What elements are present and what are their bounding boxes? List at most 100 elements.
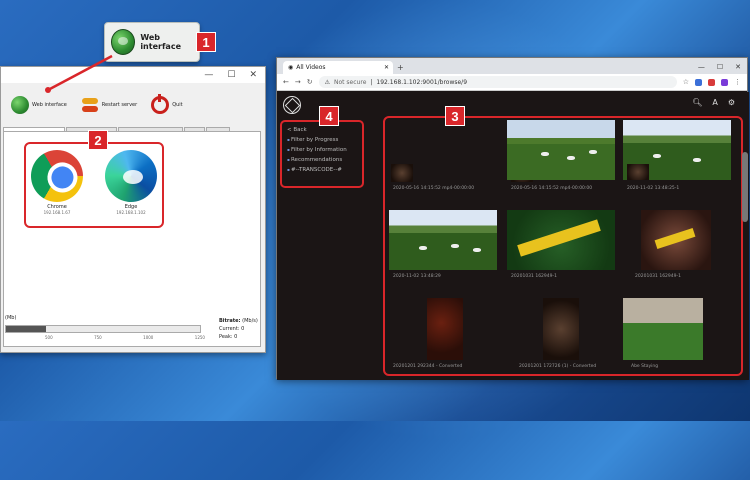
window-titlebar: — ☐ ✕ xyxy=(1,67,265,83)
maximize-icon[interactable]: ☐ xyxy=(227,70,235,80)
text-size-icon[interactable]: A xyxy=(712,98,717,107)
video-thumbnail[interactable] xyxy=(389,210,497,270)
quit-button[interactable]: Quit xyxy=(151,94,183,114)
page-toolbar: 🔍︎ A ⚙ xyxy=(692,98,735,107)
browser-tab[interactable]: ◉ All Videos ✕ xyxy=(283,61,393,74)
bitrate-stats: Bitrate: (Mb/s) Current: 0 Peak: 0 xyxy=(219,317,258,341)
video-grid: 2020-05-16 14:15:52 mp4-00:00:00 2020-05… xyxy=(383,116,743,376)
extension-icon[interactable] xyxy=(708,78,715,86)
device-edge[interactable]: Edge 192.168.1.102 xyxy=(102,150,160,215)
callout-label: Web interface xyxy=(140,33,181,51)
search-icon[interactable]: 🔍︎ xyxy=(692,98,702,107)
bitrate-fill xyxy=(6,326,46,332)
url-separator: | xyxy=(370,78,373,86)
browser-window-controls: — ☐ ✕ xyxy=(698,63,741,71)
devices-panel: Chrome 192.168.1.67 Edge 192.168.1.102 2 xyxy=(3,130,261,347)
media-browser-page: 🔍︎ A ⚙ < Back Filter by Progress Filter … xyxy=(277,92,749,380)
profile-icon[interactable] xyxy=(721,78,728,86)
close-icon[interactable]: ✕ xyxy=(249,70,257,80)
maximize-icon[interactable]: ☐ xyxy=(717,63,723,71)
bitrate-bar xyxy=(5,325,201,333)
chrome-icon xyxy=(21,140,93,212)
quit-label: Quit xyxy=(172,102,183,108)
menu-icon[interactable]: ⋮ xyxy=(734,78,741,86)
tick-label: 500 xyxy=(45,335,53,340)
power-icon xyxy=(151,94,170,114)
current-label: Current: xyxy=(219,326,240,332)
not-secure-label: Not secure xyxy=(334,78,367,86)
browser-window: ◉ All Videos ✕ + — ☐ ✕ ← → ↻ ⚠ Not secur… xyxy=(276,57,749,380)
reload-icon[interactable]: ↻ xyxy=(307,78,313,86)
tab-close-icon[interactable]: ✕ xyxy=(384,64,389,71)
video-thumbnail[interactable] xyxy=(641,210,711,270)
callout-badge-4: 4 xyxy=(319,106,339,126)
peak-value: 0 xyxy=(234,334,238,340)
callout-badge-1: 1 xyxy=(196,32,216,52)
bitrate-unit-right: (Mb/s) xyxy=(242,318,258,324)
video-thumbnail[interactable] xyxy=(543,298,579,360)
peak-label: Peak: xyxy=(219,334,233,340)
extension-icon[interactable] xyxy=(695,78,702,86)
callout-badge-3: 3 xyxy=(445,106,465,126)
globe-icon xyxy=(111,29,136,55)
video-thumbnail[interactable] xyxy=(507,120,615,180)
scrollbar[interactable] xyxy=(742,152,748,222)
warning-icon: ⚠ xyxy=(324,78,331,86)
web-interface-callout: Web interface xyxy=(104,22,200,62)
device-ip: 192.168.1.67 xyxy=(43,210,71,215)
bitrate-ticks: 500 750 1000 1250 xyxy=(45,335,205,340)
tick-label: 1000 xyxy=(143,335,154,340)
url-text: 192.168.1.102:9001/browse/9 xyxy=(376,78,468,86)
callout-badge-2: 2 xyxy=(88,130,108,150)
video-caption: Abe Staying xyxy=(631,364,659,369)
star-icon[interactable]: ☆ xyxy=(683,78,689,86)
back-link[interactable]: < Back xyxy=(287,125,357,135)
devices-highlight: Chrome 192.168.1.67 Edge 192.168.1.102 xyxy=(21,140,164,228)
nav-item-filter-information[interactable]: Filter by Information xyxy=(287,145,357,155)
video-thumbnail[interactable] xyxy=(507,210,615,270)
forward-arrow-icon[interactable]: → xyxy=(295,78,301,86)
nav-item-transcode[interactable]: #--TRANSCODE--# xyxy=(287,165,357,175)
tab-title: All Videos xyxy=(296,64,326,71)
new-tab-icon[interactable]: + xyxy=(397,63,404,72)
video-thumbnail[interactable] xyxy=(427,298,463,360)
restart-icon xyxy=(81,96,99,114)
minimize-icon[interactable]: — xyxy=(204,70,213,80)
app-logo-icon[interactable] xyxy=(283,96,301,114)
bitrate-unit: (Mb) xyxy=(5,315,17,321)
url-field[interactable]: ⚠ Not secure | 192.168.1.102:9001/browse… xyxy=(318,76,677,88)
video-caption: 20201201 172726 (1) - Converted xyxy=(519,364,597,369)
video-caption: 2020-11-02 13:48:29 xyxy=(393,274,441,279)
video-thumbnail[interactable] xyxy=(623,298,703,360)
filter-nav: < Back Filter by Progress Filter by Info… xyxy=(280,120,364,188)
device-ip: 192.168.1.102 xyxy=(116,210,146,215)
video-caption: 2020-05-16 14:15:52 mp4-00:00:00 xyxy=(393,186,475,191)
video-caption: 20201031 162949-1 xyxy=(635,274,681,279)
web-interface-button[interactable]: Web interface xyxy=(11,96,67,114)
edge-icon xyxy=(105,150,157,202)
nav-item-filter-progress[interactable]: Filter by Progress xyxy=(287,135,357,145)
video-caption: 20201201 292344 - Converted xyxy=(393,364,463,369)
globe-icon xyxy=(11,96,29,114)
video-caption: 2020-11-02 13:48:25-1 xyxy=(627,186,680,191)
video-thumbnail[interactable] xyxy=(627,164,649,180)
restart-server-button[interactable]: Restart server xyxy=(81,96,137,114)
minimize-icon[interactable]: — xyxy=(698,63,705,71)
tab-favicon-icon: ◉ xyxy=(288,64,294,71)
back-arrow-icon[interactable]: ← xyxy=(283,78,289,86)
video-thumbnail[interactable] xyxy=(391,164,413,182)
web-interface-label: Web interface xyxy=(32,102,67,108)
browser-tabbar: ◉ All Videos ✕ + — ☐ ✕ xyxy=(277,58,747,74)
close-icon[interactable]: ✕ xyxy=(735,63,741,71)
tick-label: 750 xyxy=(94,335,102,340)
video-caption: 2020-05-16 14:15:52 mp4-00:00:00 xyxy=(511,186,593,191)
nav-item-recommendations[interactable]: Recommendations xyxy=(287,155,357,165)
gear-icon[interactable]: ⚙ xyxy=(728,98,735,107)
address-bar-row: ← → ↻ ⚠ Not secure | 192.168.1.102:9001/… xyxy=(277,74,747,91)
restart-server-label: Restart server xyxy=(101,102,138,108)
app-toolbar: Web interface Restart server Quit xyxy=(1,83,265,123)
media-server-window: — ☐ ✕ Web interface Restart server Quit … xyxy=(0,66,266,353)
video-caption: 20201031 162949-1 xyxy=(511,274,557,279)
tick-label: 1250 xyxy=(194,335,205,340)
device-chrome[interactable]: Chrome 192.168.1.67 xyxy=(21,140,93,215)
